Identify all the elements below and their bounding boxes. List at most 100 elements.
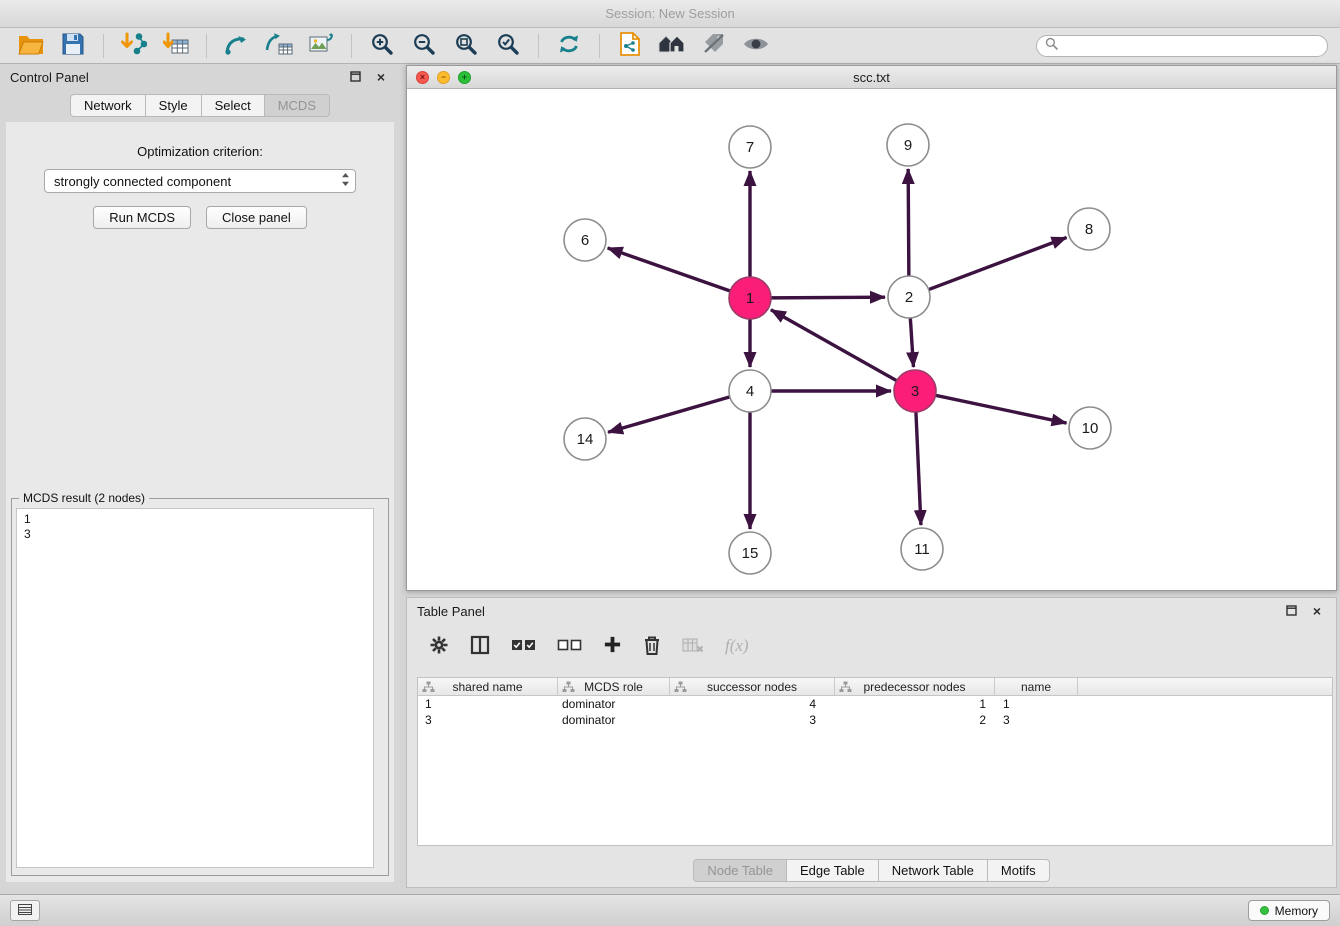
tab-edge-table[interactable]: Edge Table (787, 859, 879, 882)
tab-style[interactable]: Style (146, 94, 202, 117)
open-session-button[interactable] (12, 31, 50, 61)
minimize-window-button[interactable]: − (437, 71, 450, 84)
graph-edge-2-8[interactable] (929, 237, 1067, 289)
graph-edge-2-3[interactable] (910, 318, 913, 367)
graph-node-10[interactable]: 10 (1069, 407, 1111, 449)
graph-node-3[interactable]: 3 (894, 370, 936, 412)
svg-text:8: 8 (1085, 221, 1093, 238)
plus-icon (603, 635, 622, 657)
add-row-button[interactable] (603, 635, 622, 657)
graph-node-4[interactable]: 4 (729, 370, 771, 412)
list-icon (18, 903, 32, 918)
tab-mcds[interactable]: MCDS (265, 94, 330, 117)
titlebar[interactable]: Session: New Session (0, 0, 1340, 28)
show-column-button[interactable] (470, 635, 490, 658)
column-header-name[interactable]: name (995, 678, 1078, 695)
float-panel-button[interactable] (346, 68, 364, 86)
search-input[interactable] (1064, 39, 1319, 53)
graph-edge-1-2[interactable] (771, 297, 885, 298)
graph-edge-3-10[interactable] (936, 395, 1067, 423)
tab-network[interactable]: Network (70, 94, 146, 117)
graph-node-8[interactable]: 8 (1068, 208, 1110, 250)
graph-node-9[interactable]: 9 (887, 124, 929, 166)
graph-node-15[interactable]: 15 (729, 532, 771, 574)
eye-icon (742, 34, 770, 57)
save-disk-icon (62, 33, 84, 58)
column-header-successor-nodes[interactable]: successor nodes (670, 678, 835, 695)
graph-edge-3-11[interactable] (916, 412, 921, 525)
delete-table-button[interactable] (682, 637, 704, 656)
search-box[interactable] (1036, 35, 1328, 57)
maximize-window-button[interactable]: + (458, 71, 471, 84)
hierarchy-icon (562, 681, 575, 696)
graph-node-6[interactable]: 6 (564, 219, 606, 261)
zoom-out-button[interactable] (405, 31, 443, 61)
graph-edge-3-1[interactable] (771, 310, 897, 381)
graph-edge-2-9[interactable] (908, 169, 909, 276)
toolbar-separator (599, 34, 600, 58)
graph-node-7[interactable]: 7 (729, 126, 771, 168)
svg-text:7: 7 (746, 139, 754, 156)
status-menu-button[interactable] (10, 900, 40, 921)
memory-label: Memory (1275, 904, 1318, 918)
cell-shared-name: 3 (418, 713, 558, 727)
table-row[interactable]: 1 dominator 4 1 1 (418, 696, 1332, 712)
show-details-button[interactable] (737, 31, 775, 61)
function-builder-button[interactable]: f(x) (725, 636, 749, 656)
criterion-dropdown[interactable]: strongly connected component (44, 169, 356, 193)
hide-labels-button[interactable] (695, 31, 733, 61)
export-image-button[interactable] (302, 31, 340, 61)
home-button[interactable] (653, 31, 691, 61)
table-from-selection-button[interactable] (260, 31, 298, 61)
graph-node-14[interactable]: 14 (564, 418, 606, 460)
close-icon: × (1313, 604, 1321, 618)
memory-button[interactable]: Memory (1248, 900, 1330, 921)
delete-row-button[interactable] (643, 635, 661, 658)
cell-name: 1 (995, 697, 1078, 711)
import-network-button[interactable] (115, 31, 153, 61)
graph-node-1[interactable]: 1 (729, 277, 771, 319)
cell-mcds-role: dominator (558, 697, 670, 711)
svg-text:9: 9 (904, 137, 912, 154)
import-table-button[interactable] (157, 31, 195, 61)
toolbar-separator (538, 34, 539, 58)
share-document-button[interactable] (611, 31, 649, 61)
zoom-selected-button[interactable] (489, 31, 527, 61)
tab-network-table[interactable]: Network Table (879, 859, 988, 882)
tab-motifs[interactable]: Motifs (988, 859, 1050, 882)
close-mcds-panel-button[interactable]: Close panel (206, 206, 307, 229)
column-header-mcds-role[interactable]: MCDS role (558, 678, 670, 695)
save-session-button[interactable] (54, 31, 92, 61)
table-header: shared name MCDS role successor nodes pr… (418, 678, 1332, 696)
close-window-button[interactable]: × (416, 71, 429, 84)
close-table-panel-button[interactable]: × (1308, 602, 1326, 620)
graph-edge-1-6[interactable] (608, 248, 731, 291)
network-window-titlebar[interactable]: × − + scc.txt (407, 66, 1336, 89)
control-panel-header: Control Panel × (0, 64, 400, 90)
tab-select[interactable]: Select (202, 94, 265, 117)
graph-node-11[interactable]: 11 (901, 528, 943, 570)
graph-edge-4-14[interactable] (608, 397, 730, 432)
select-all-rows-button[interactable] (511, 638, 536, 655)
toolbar-separator (206, 34, 207, 58)
deselect-all-rows-button[interactable] (557, 638, 582, 655)
network-from-selection-button[interactable] (218, 31, 256, 61)
table-row[interactable]: 3 dominator 3 2 3 (418, 712, 1332, 728)
apply-layout-button[interactable] (550, 31, 588, 61)
zoom-in-button[interactable] (363, 31, 401, 61)
graph-node-2[interactable]: 2 (888, 276, 930, 318)
network-canvas[interactable]: 7 9 6 8 1 2 4 3 14 10 15 11 (407, 89, 1336, 590)
tab-node-table[interactable]: Node Table (693, 859, 787, 882)
run-mcds-button[interactable]: Run MCDS (93, 206, 191, 229)
close-panel-button[interactable]: × (372, 68, 390, 86)
network-view-window: × − + scc.txt 7 9 6 8 1 2 4 3 14 10 15 11 (406, 65, 1337, 591)
svg-text:10: 10 (1082, 420, 1099, 437)
column-header-shared-name[interactable]: shared name (418, 678, 558, 695)
float-table-panel-button[interactable] (1282, 602, 1300, 620)
zoom-fit-button[interactable] (447, 31, 485, 61)
mcds-result-title: MCDS result (2 nodes) (19, 491, 149, 505)
table-settings-button[interactable] (429, 635, 449, 658)
mcds-result-list[interactable]: 1 3 (16, 508, 374, 868)
zoom-selected-icon (496, 32, 520, 59)
column-header-predecessor-nodes[interactable]: predecessor nodes (835, 678, 995, 695)
